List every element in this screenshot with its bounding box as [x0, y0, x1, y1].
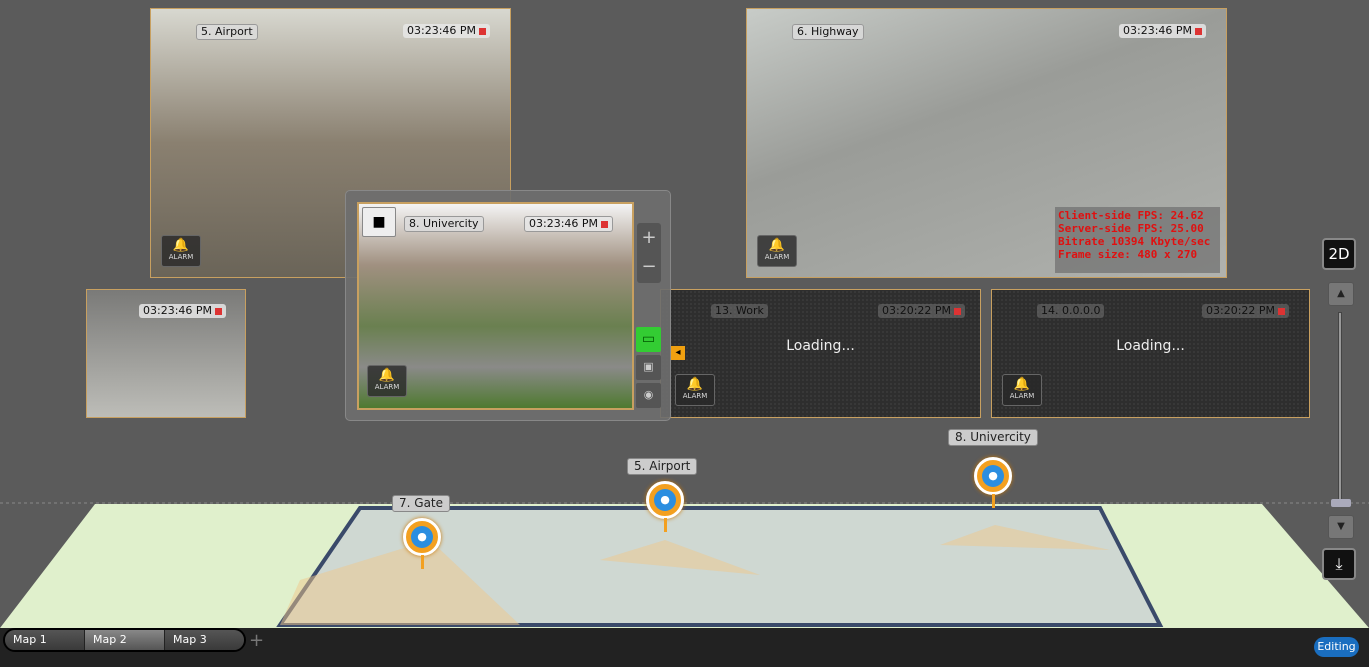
camera-name: 6. Highway	[792, 24, 864, 40]
view-mode-button[interactable]: ◉	[636, 383, 661, 408]
video-view[interactable]: ■ 8. Univercity 03:23:46 PM 🔔 ALARM	[357, 202, 634, 410]
camera-icon: ●	[982, 465, 1004, 487]
editing-badge: Editing	[1314, 637, 1359, 657]
alarm-button[interactable]: 🔔 ALARM	[1002, 374, 1042, 406]
archive-mode-button[interactable]: ▣	[636, 355, 661, 380]
camera-tile-ip[interactable]: 14. 0.0.0.0 03:20:22 PM Loading... 🔔 ALAR…	[991, 289, 1310, 418]
live-mode-button[interactable]: ▭	[636, 327, 661, 352]
record-icon	[479, 27, 487, 35]
camera-tile-highway[interactable]: 6. Highway 03:23:46 PM Client-side FPS: …	[746, 8, 1227, 278]
record-icon	[215, 307, 223, 315]
alarm-button[interactable]: 🔔 ALARM	[675, 374, 715, 406]
frame-size: Frame size: 480 x 270	[1058, 248, 1198, 261]
add-tab-button[interactable]: +	[249, 630, 264, 651]
loading-text: Loading...	[786, 338, 855, 354]
camera-icon: ●	[411, 526, 433, 548]
camera-name: 14. 0.0.0.0	[1037, 304, 1105, 318]
alarm-button[interactable]: 🔔 ALARM	[757, 235, 797, 267]
bell-icon: 🔔	[1013, 377, 1031, 392]
stream-stats: Client-side FPS: 24.62 Server-side FPS: …	[1055, 207, 1220, 273]
camera-timestamp: 03:23:46 PM	[403, 24, 491, 38]
camera-name: 13. Work	[711, 304, 768, 318]
tab-map-2[interactable]: Map 2	[85, 630, 165, 650]
map-tabs: Map 1 Map 2 Map 3	[3, 628, 246, 652]
camera-timestamp: 03:20:22 PM	[1202, 304, 1290, 318]
record-icon	[954, 307, 962, 315]
camera-pin-univercity[interactable]: ●	[974, 457, 1012, 508]
map-label-gate: 7. Gate	[392, 495, 451, 512]
bitrate: Bitrate 10394 Kbyte/sec	[1058, 235, 1211, 248]
record-icon	[601, 220, 609, 228]
map-floor[interactable]	[0, 500, 1369, 630]
map-label-airport: 5. Airport	[627, 458, 698, 475]
bell-icon: 🔔	[378, 368, 396, 383]
camera-pin-airport[interactable]: ●	[646, 481, 684, 532]
zoom-slider[interactable]	[1338, 312, 1342, 507]
camera-pin-gate[interactable]: ●	[403, 518, 441, 569]
bell-icon: 🔔	[768, 238, 786, 253]
camera-name: 5. Airport	[196, 24, 258, 40]
zoom-slider-thumb[interactable]	[1331, 499, 1351, 507]
download-icon[interactable]: ⤓	[1322, 548, 1356, 580]
map-label-univercity: 8. Univercity	[948, 429, 1038, 446]
server-fps: Server-side FPS: 25.00	[1058, 222, 1204, 235]
camera-popup-univercity[interactable]: ■ 8. Univercity 03:23:46 PM 🔔 ALARM + − ▭…	[345, 190, 671, 421]
tab-map-3[interactable]: Map 3	[165, 630, 244, 650]
record-icon	[1278, 307, 1286, 315]
camera-tile-work[interactable]: 13. Work 03:20:22 PM ◂ Loading... 🔔 ALARM	[660, 289, 981, 418]
camera-tile-gate[interactable]: 03:23:46 PM	[86, 289, 246, 418]
alarm-button[interactable]: 🔔 ALARM	[367, 365, 407, 397]
zoom-in-button[interactable]: +	[637, 223, 661, 252]
camera-timestamp: 03:23:46 PM	[524, 216, 614, 232]
camera-name: 8. Univercity	[404, 216, 484, 232]
loading-text: Loading...	[1116, 338, 1185, 354]
bell-icon: 🔔	[172, 238, 190, 253]
bell-icon: 🔔	[686, 377, 704, 392]
camera-icon: ■	[362, 207, 396, 237]
alarm-button[interactable]: 🔔 ALARM	[161, 235, 201, 267]
camera-timestamp: 03:23:46 PM	[1119, 24, 1207, 38]
tab-map-1[interactable]: Map 1	[5, 630, 85, 650]
zoom-out-button[interactable]: −	[637, 252, 661, 281]
2d-toggle-button[interactable]: 2D	[1322, 238, 1356, 270]
camera-timestamp: 03:23:46 PM	[139, 304, 227, 318]
record-icon	[1195, 27, 1203, 35]
camera-timestamp: 03:20:22 PM	[878, 304, 966, 318]
client-fps: Client-side FPS: 24.62	[1058, 209, 1204, 222]
scroll-down-icon[interactable]: ▼	[1328, 515, 1354, 539]
camera-icon: ●	[654, 489, 676, 511]
scroll-up-icon[interactable]: ▲	[1328, 282, 1354, 306]
